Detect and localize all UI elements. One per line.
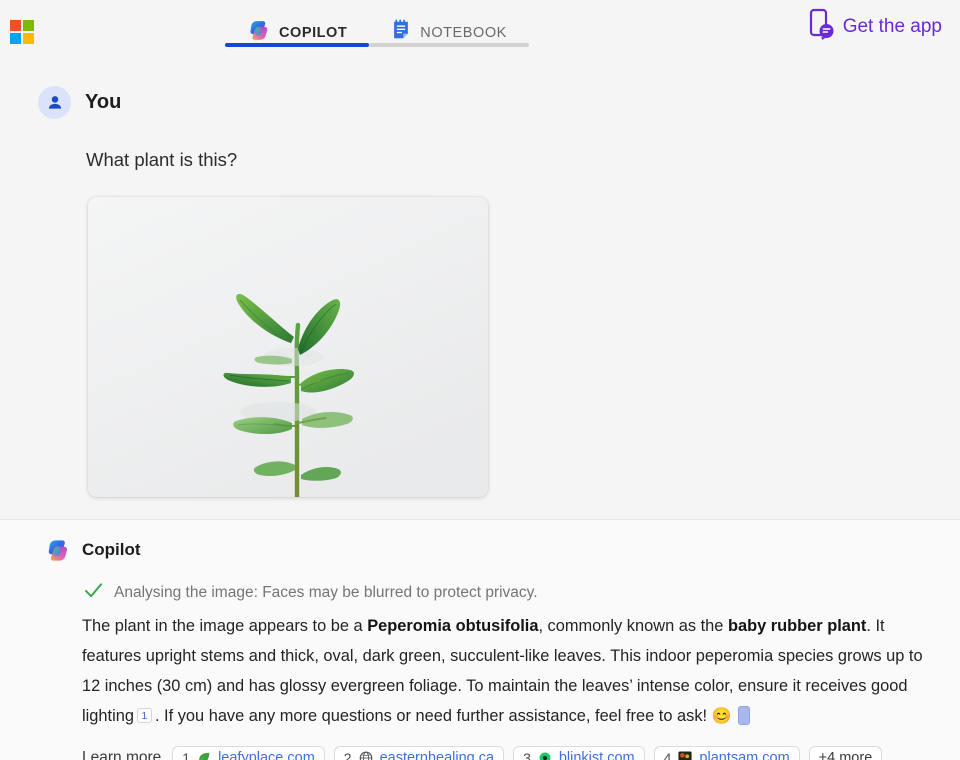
user-message-header: You bbox=[0, 86, 960, 119]
source-chip-4-number: 4 bbox=[663, 750, 672, 760]
analysis-status-text: Analysing the image: Faces may be blurre… bbox=[114, 584, 538, 601]
copilot-icon bbox=[44, 537, 70, 563]
dot-icon bbox=[538, 751, 552, 760]
answer-part-1: The plant in the image appears to be a bbox=[82, 617, 368, 635]
source-chip-more-label: +4 more bbox=[818, 750, 873, 760]
source-chip-more[interactable]: +4 more bbox=[808, 746, 883, 760]
logo-square-blue bbox=[10, 33, 21, 44]
tab-notebook-underline bbox=[369, 43, 529, 47]
logo-square-green bbox=[23, 20, 34, 31]
conversation: You What plant is this? Copilot Analysin… bbox=[0, 62, 960, 760]
phone-chat-icon bbox=[809, 8, 835, 45]
main-tabs: COPILOT NOTEBOOK bbox=[225, 0, 529, 54]
source-chip-1-host: leafyplace.com bbox=[218, 750, 315, 760]
source-chip-2-host: easternhealing.ca bbox=[379, 750, 495, 760]
user-name: You bbox=[85, 91, 122, 113]
tab-copilot-underline bbox=[225, 43, 370, 47]
tab-copilot-label: COPILOT bbox=[279, 24, 348, 41]
source-chip-3[interactable]: 3 blinkist.com bbox=[513, 746, 645, 760]
smiling-face-emoji: 😊 bbox=[711, 708, 732, 725]
assistant-message-header: Copilot bbox=[0, 537, 960, 563]
learn-more-label: Learn more bbox=[82, 749, 162, 760]
tab-notebook[interactable]: NOTEBOOK bbox=[369, 0, 529, 54]
assistant-name: Copilot bbox=[82, 540, 141, 559]
source-chip-3-host: blinkist.com bbox=[558, 750, 635, 760]
source-chip-4-host: plantsam.com bbox=[699, 750, 790, 760]
answer-bold-species: Peperomia obtusifolia bbox=[367, 617, 539, 635]
answer-part-4: . If you have any more questions or need… bbox=[154, 707, 708, 725]
typing-caret-indicator bbox=[737, 706, 750, 725]
tab-notebook-label: NOTEBOOK bbox=[420, 24, 507, 41]
check-icon bbox=[84, 582, 103, 604]
photo-icon bbox=[678, 751, 692, 760]
sources-row: Learn more 1 leafyplace.com 2 easternhea… bbox=[82, 746, 960, 760]
source-chip-2[interactable]: 2 easternhealing.ca bbox=[333, 746, 505, 760]
answer-part-2: , commonly known as the bbox=[538, 617, 728, 635]
notebook-icon bbox=[391, 19, 411, 46]
source-chip-2-number: 2 bbox=[343, 750, 352, 760]
source-chip-3-number: 3 bbox=[523, 750, 531, 760]
logo-square-yellow bbox=[23, 33, 34, 44]
source-chip-1-number: 1 bbox=[182, 750, 191, 760]
user-message-text: What plant is this? bbox=[86, 149, 238, 170]
assistant-answer: The plant in the image appears to be a P… bbox=[82, 611, 924, 732]
tab-copilot[interactable]: COPILOT bbox=[225, 0, 370, 54]
assistant-message: Copilot Analysing the image: Faces may b… bbox=[0, 520, 960, 760]
source-chip-4[interactable]: 4 plantsam.com bbox=[653, 746, 800, 760]
analysis-status: Analysing the image: Faces may be blurre… bbox=[84, 582, 960, 604]
globe-icon bbox=[359, 751, 373, 760]
person-avatar-icon bbox=[38, 86, 71, 119]
user-message: You What plant is this? bbox=[0, 62, 960, 497]
source-chip-1[interactable]: 1 leafyplace.com bbox=[172, 746, 325, 760]
logo-square-red bbox=[10, 20, 21, 31]
get-the-app-label: Get the app bbox=[842, 15, 942, 37]
leaf-icon bbox=[197, 751, 211, 760]
answer-bold-common-name: baby rubber plant bbox=[727, 617, 867, 635]
plant-photo[interactable] bbox=[88, 197, 488, 497]
microsoft-logo[interactable] bbox=[10, 20, 34, 44]
get-the-app-button[interactable]: Get the app bbox=[809, 8, 942, 45]
citation-badge-1[interactable]: 1 bbox=[136, 708, 152, 723]
app-header: COPILOT NOTEBOOK Get the app bbox=[0, 0, 960, 62]
